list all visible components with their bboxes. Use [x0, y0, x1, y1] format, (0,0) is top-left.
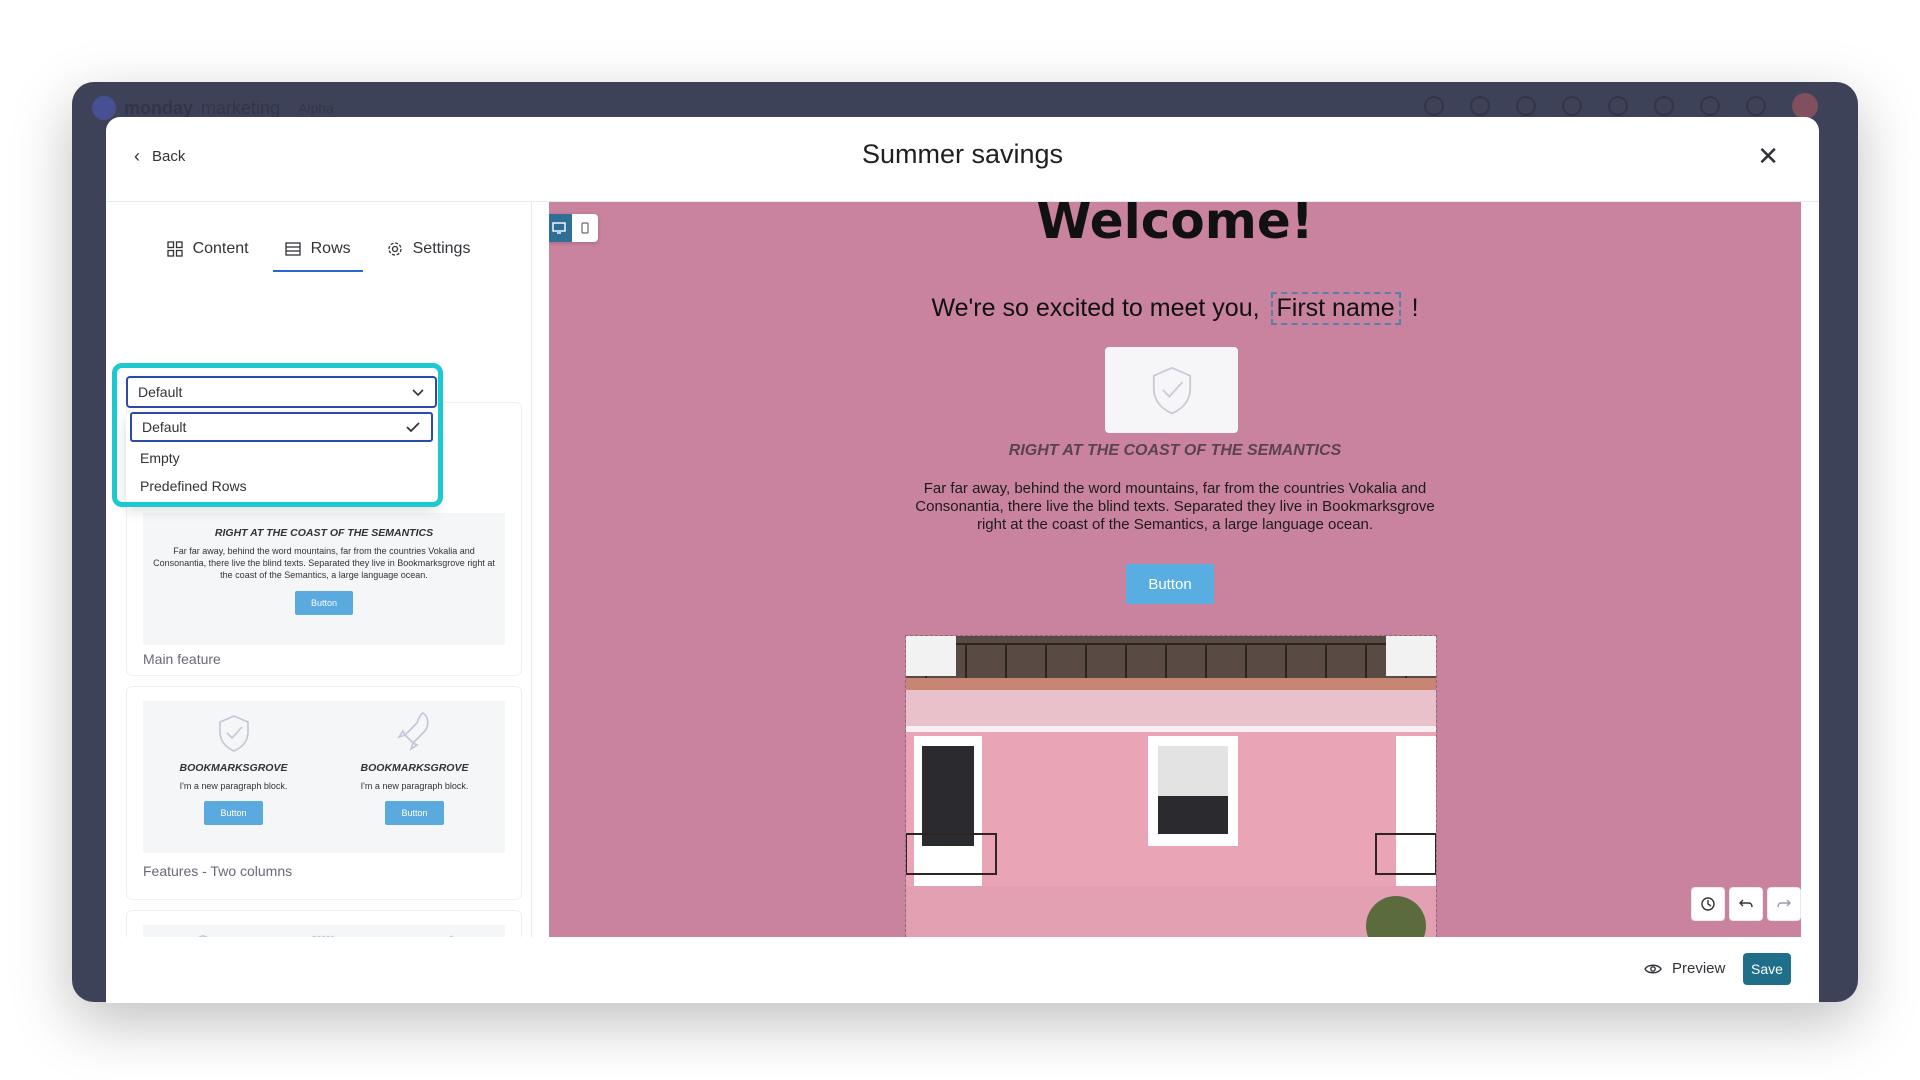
desktop-view-button[interactable]: [549, 214, 572, 242]
check-icon: [406, 422, 420, 433]
greeting-prefix: We're so excited to meet you,: [931, 294, 1260, 322]
left-panel: Content Rows Settings RIGHT AT THE COAST…: [106, 202, 532, 937]
shield-check-icon: [1152, 366, 1191, 415]
section-heading[interactable]: RIGHT AT THE COAST OF THE SEMANTICS: [549, 442, 1801, 460]
tab-bar: Content Rows Settings: [106, 230, 531, 272]
row-button: Button: [294, 591, 354, 615]
row-heading: BOOKMARKSGROVE: [179, 762, 288, 774]
row-column: BOOKMARKSGROVE I'm a new paragraph block…: [324, 701, 505, 853]
row-button: Button: [204, 801, 263, 825]
apps-icon: [1608, 96, 1628, 116]
tab-label: Content: [192, 240, 249, 257]
welcome-heading[interactable]: Welcome!: [549, 202, 1801, 250]
row-type-menu: Default Empty Predefined Rows: [126, 412, 437, 504]
email-editor-modal: ‹ Back Summer savings ✕ Content Rows Set…: [106, 117, 1819, 1003]
help-icon: [1700, 96, 1720, 116]
shield-check-icon: [218, 715, 249, 752]
menu-item-empty[interactable]: Empty: [130, 443, 433, 473]
preview-button[interactable]: Preview: [1644, 960, 1725, 977]
invite-icon: [1562, 96, 1582, 116]
close-icon[interactable]: ✕: [1757, 143, 1779, 169]
notifications-icon: [1470, 96, 1490, 116]
menu-item-label: Predefined Rows: [140, 478, 247, 494]
shield-check-icon: [198, 934, 209, 937]
row-column: BOOKMARKSGROVE I'm a new paragraph block…: [143, 701, 324, 853]
building-photo[interactable]: [905, 635, 1437, 937]
redo-icon: [1777, 899, 1791, 908]
select-value: Default: [138, 384, 183, 400]
modal-header: ‹ Back Summer savings ✕: [106, 117, 1819, 202]
device-toggle: [549, 214, 598, 242]
row-button: Button: [385, 801, 444, 825]
undo-icon: [1739, 899, 1753, 908]
preview-label: Preview: [1672, 960, 1726, 977]
brand-name: monday: [124, 97, 194, 118]
gear-icon: [387, 242, 402, 256]
row-preview: BOOKMARKSGROVE I'm a new paragraph block…: [143, 701, 505, 853]
undo-button[interactable]: [1729, 887, 1763, 921]
row-preview: RIGHT AT THE COAST OF THE SEMANTICS Far …: [143, 513, 505, 645]
row-text: I'm a new paragraph block.: [360, 781, 469, 791]
rocket-icon: [396, 712, 429, 751]
menu-item-label: Empty: [140, 450, 180, 466]
rows-icon: [284, 242, 301, 256]
mobile-icon: [581, 222, 589, 234]
tab-content[interactable]: Content: [163, 230, 253, 268]
mobile-view-button[interactable]: [572, 214, 598, 242]
menu-item-default[interactable]: Default: [130, 412, 433, 442]
save-button[interactable]: Save: [1743, 953, 1791, 985]
brand-tag: Alpha: [298, 100, 334, 116]
modal-title: Summer savings: [861, 139, 1064, 169]
menu-item-predefined-rows[interactable]: Predefined Rows: [130, 471, 433, 501]
section-paragraph[interactable]: Far far away, behind the word mountains,…: [909, 480, 1441, 534]
row-preview: [143, 925, 505, 937]
settings-icon: [1424, 96, 1444, 116]
menu-item-label: Default: [142, 419, 187, 435]
chevron-down-icon: [412, 389, 424, 397]
app-toolbar-icons: [1424, 93, 1818, 119]
history-button[interactable]: [1691, 887, 1725, 921]
greeting-text[interactable]: We're so excited to meet you, First name…: [549, 292, 1801, 325]
brand-sub: marketing: [201, 97, 281, 118]
row-caption: Main feature: [143, 651, 221, 667]
merge-tag-first-name[interactable]: First name: [1270, 292, 1401, 325]
tab-label: Rows: [310, 240, 351, 257]
eye-icon: [1644, 964, 1662, 973]
history-icon: [1701, 897, 1715, 911]
email-button[interactable]: Button: [1126, 564, 1214, 604]
grid-menu-icon: [1746, 96, 1766, 116]
tab-settings[interactable]: Settings: [383, 230, 475, 268]
grid-icon: [166, 241, 183, 257]
image-placeholder[interactable]: [1105, 347, 1238, 433]
row-heading: BOOKMARKSGROVE: [360, 762, 469, 774]
hand-icon: [312, 935, 334, 937]
building-image: [906, 636, 1436, 937]
desktop-icon: [552, 222, 566, 234]
row-type-select[interactable]: Default: [126, 376, 437, 408]
history-controls: [1691, 887, 1801, 921]
greeting-suffix: !: [1411, 294, 1419, 322]
row-text: Far far away, behind the word mountains,…: [153, 546, 495, 580]
search-icon: [1654, 96, 1674, 116]
tab-label: Settings: [412, 240, 471, 257]
inbox-icon: [1516, 96, 1536, 116]
row-card-two-columns[interactable]: BOOKMARKSGROVE I'm a new paragraph block…: [126, 686, 522, 900]
row-text: I'm a new paragraph block.: [179, 781, 288, 791]
tab-rows[interactable]: Rows: [272, 230, 363, 272]
avatar: [1792, 93, 1818, 119]
rocket-icon: [449, 935, 454, 937]
email-canvas[interactable]: Welcome! We're so excited to meet you, F…: [549, 202, 1801, 937]
row-heading: RIGHT AT THE COAST OF THE SEMANTICS: [214, 527, 434, 539]
redo-button[interactable]: [1767, 887, 1801, 921]
row-caption: Features - Two columns: [143, 863, 293, 879]
row-card-three-columns[interactable]: [126, 910, 522, 937]
